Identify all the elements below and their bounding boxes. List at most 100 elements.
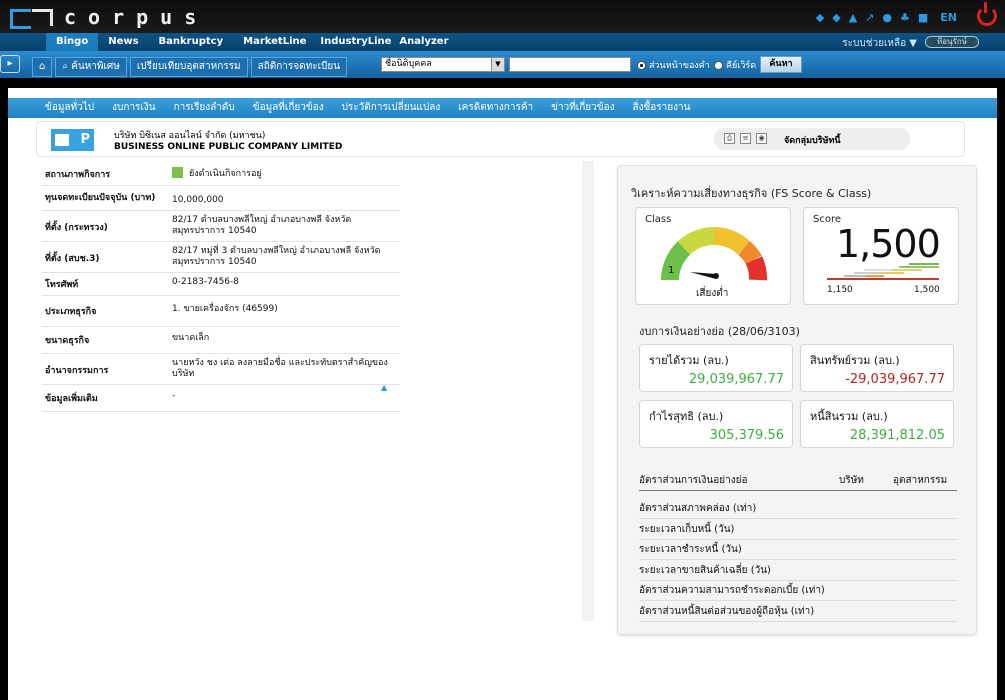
subnav-related[interactable]: ข้อมูลที่เกี่ยวข้อง — [244, 98, 333, 118]
print-icon[interactable]: ⎙ — [724, 133, 735, 144]
search-type-value: ชื่อนิติบุคคล — [385, 59, 432, 69]
app-window: corpus ◆ ◆ ▲ ↗ ● ♣ ■ EN Bingo News Bankr… — [0, 0, 1005, 700]
ratio-title: อัตราส่วนการเงินอย่างย่อ — [639, 475, 748, 486]
expand-icon[interactable]: ↗ — [865, 12, 874, 23]
radio-keyword-dot[interactable] — [714, 60, 723, 70]
nav-bankruptcy[interactable]: Bankruptcy — [149, 33, 234, 51]
subnav-order-report[interactable]: สิ่งซื้อรายงาน — [623, 98, 699, 118]
table-row: อำนาจกรรมการ นายหวัง ชง เต่อ ลงลายมือชื่… — [42, 354, 400, 385]
nav-industryline[interactable]: IndustryLine — [316, 33, 395, 51]
score-max: 1,500 — [914, 285, 940, 295]
class-value: 1 — [668, 265, 674, 276]
score-bar — [844, 275, 866, 277]
score-bar — [864, 269, 892, 271]
info-key: ประเภทธุรกิจ — [45, 307, 97, 317]
nav-analyzer[interactable]: Analyzer — [395, 33, 452, 51]
fin-card-liabilities: หนี้สินรวม (ลบ.) 28,391,812.05 — [800, 400, 954, 448]
sidebar-toggle-icon[interactable]: ▸ — [0, 55, 20, 73]
tab-registration-stats[interactable]: สถิติการจดทะเบียน — [250, 57, 348, 77]
company-info-table: สถานภาพกิจการ ยังดำเนินกิจการอยู่ ทุนจดท… — [42, 163, 400, 412]
gauge-segment-highmid — [737, 241, 762, 265]
language-switch[interactable]: EN — [940, 12, 957, 23]
fin-card-revenue: รายได้รวม (ลบ.) 29,039,967.77 — [639, 344, 793, 392]
subnav-trade-credit[interactable]: เครดิตทางการค้า — [449, 98, 542, 118]
score-bar — [909, 263, 939, 265]
fin-card-assets: สินทรัพย์รวม (ลบ.) -29,039,967.77 — [800, 344, 954, 392]
company-type-icon: P — [51, 129, 94, 151]
score-bar — [854, 272, 882, 274]
fin-card-value: 305,379.56 — [709, 428, 784, 443]
ratio-row: ระยะเวลาขายสินค้าเฉลี่ย (วัน) — [639, 561, 957, 581]
ratio-col-industry: อุตสาหกรรม — [893, 475, 948, 486]
score-bar — [879, 272, 904, 274]
table-row: ขนาดธุรกิจ ขนาดเล็ก — [42, 327, 400, 354]
gauge-segment-lowmid — [677, 227, 715, 255]
subnav-financials[interactable]: งบการเงิน — [103, 98, 164, 118]
arrow-left-icon[interactable]: ◆ — [816, 12, 824, 23]
info-value: - — [172, 391, 176, 401]
table-row: ประเภทธุรกิจ 1. ขายเครื่องจักร (46599) — [42, 296, 400, 327]
column-divider — [582, 161, 594, 621]
search-input[interactable] — [509, 57, 631, 72]
arrow-right-icon[interactable]: ◆ — [832, 12, 840, 23]
risk-title: วิเคราะห์ความเสี่ยงทางธุรกิจ (FS Score &… — [631, 187, 872, 200]
more-button[interactable]: ที่อนุรักษ์ — [925, 36, 979, 48]
class-box: Class 1 เสี่ยงต่ำ — [635, 207, 791, 305]
search-type-select[interactable]: ชื่อนิติบุคคล ▼ — [381, 57, 505, 72]
chevron-down-icon: ▼ — [491, 58, 504, 71]
logo-text: corpus — [64, 5, 209, 29]
radio-prefix[interactable]: ส่วนหน้าของคำ — [637, 58, 710, 72]
subnav-news[interactable]: ข่าวที่เกี่ยวข้อง — [542, 98, 623, 118]
company-header-card: P บริษัท บิซิเนส ออนไลน์ จำกัด (มหาชน) B… — [36, 121, 965, 157]
score-bar — [864, 275, 884, 277]
ratio-col-company: บริษัท — [839, 475, 864, 486]
table-row: ข้อมูลเพิ่มเติม - — [42, 385, 400, 412]
info-value: ยังดำเนินกิจการอยู่ — [172, 163, 400, 185]
info-key: ที่ตั้ง (กระทรวง) — [45, 223, 108, 233]
top-icon-group: ◆ ◆ ▲ ↗ ● ♣ ■ EN — [816, 12, 957, 23]
home-tab-icon[interactable]: ⌂ — [32, 57, 53, 77]
main-nav: Bingo News Bankruptcy MarketLine Industr… — [0, 33, 1005, 51]
eye-icon[interactable]: ◉ — [756, 133, 767, 144]
org-chart-icon[interactable]: ♣ — [900, 12, 910, 23]
tab-advanced-search[interactable]: ⌕ ค้นหาพิเศษ — [55, 57, 127, 77]
info-value: ขนาดเล็ก — [172, 333, 210, 343]
power-icon[interactable] — [977, 2, 997, 26]
table-row: ที่ตั้ง (กระทรวง) 82/17 ตำบลบางพลีใหญ่ อ… — [42, 211, 400, 242]
card-tools: ⎙ ≡ ◉ จัดกลุ่มบริษัทนี้ — [714, 128, 910, 150]
nav-news[interactable]: News — [98, 33, 148, 51]
subnav-ranking[interactable]: การเรียงลำดับ — [165, 98, 244, 118]
info-key: สถานภาพกิจการ — [45, 170, 111, 180]
score-bar — [892, 269, 922, 271]
tab-industry-compare[interactable]: เปรียบเทียบอุตสาหกรรม — [129, 57, 248, 77]
nav-bingo[interactable]: Bingo — [46, 33, 99, 51]
search-button[interactable]: ค้นหา — [760, 56, 802, 73]
table-row: ทุนจดทะเบียนปัจจุบัน (บาท) 10,000,000 — [42, 186, 400, 211]
subnav-history[interactable]: ประวัติการเปลี่ยนแปลง — [333, 98, 450, 118]
corpus-logo[interactable]: corpus — [10, 5, 209, 29]
radio-keyword[interactable]: คีย์เวิร์ด — [714, 58, 756, 72]
scroll-top-icon[interactable]: ▲ — [381, 383, 387, 392]
info-key: โทรศัพท์ — [45, 280, 79, 290]
gauge-hub — [713, 273, 719, 279]
help-menu[interactable]: ระบบช่วยเหลือ ▼ — [842, 36, 917, 51]
ratio-list: อัตราส่วนสภาพคล่อง (เท่า) ระยะเวลาเก็บหน… — [639, 499, 957, 622]
document-icon[interactable]: ■ — [918, 12, 928, 23]
company-subnav: ข้อมูลทั่วไป งบการเงิน การเรียงลำดับ ข้อ… — [8, 98, 997, 118]
score-box: Score 1,500 1,150 1,500 — [803, 207, 959, 305]
home-icon[interactable]: ▲ — [849, 12, 857, 23]
nav-marketline[interactable]: MarketLine — [233, 33, 316, 51]
score-bar — [899, 266, 939, 268]
subnav-general[interactable]: ข้อมูลทั่วไป — [36, 98, 103, 118]
info-value: 82/17 หมู่ที่ 3 ตำบลบางพลีใหญ่ อำเภอบางพ… — [172, 246, 381, 267]
info-value: 0-2183-7456-8 — [172, 277, 240, 287]
group-company-link[interactable]: จัดกลุ่มบริษัทนี้ — [784, 133, 841, 147]
document-icon[interactable]: ≡ — [740, 133, 751, 144]
status-text: ยังดำเนินกิจการอยู่ — [189, 169, 262, 179]
radio-prefix-dot[interactable] — [637, 60, 646, 70]
ratio-row: อัตราส่วนสภาพคล่อง (เท่า) — [639, 499, 957, 519]
info-value: 10,000,000 — [172, 195, 224, 205]
info-key: ขนาดธุรกิจ — [45, 336, 90, 346]
user-icon[interactable]: ● — [882, 12, 892, 23]
fin-card-label: รายได้รวม (ลบ.) — [649, 354, 729, 367]
